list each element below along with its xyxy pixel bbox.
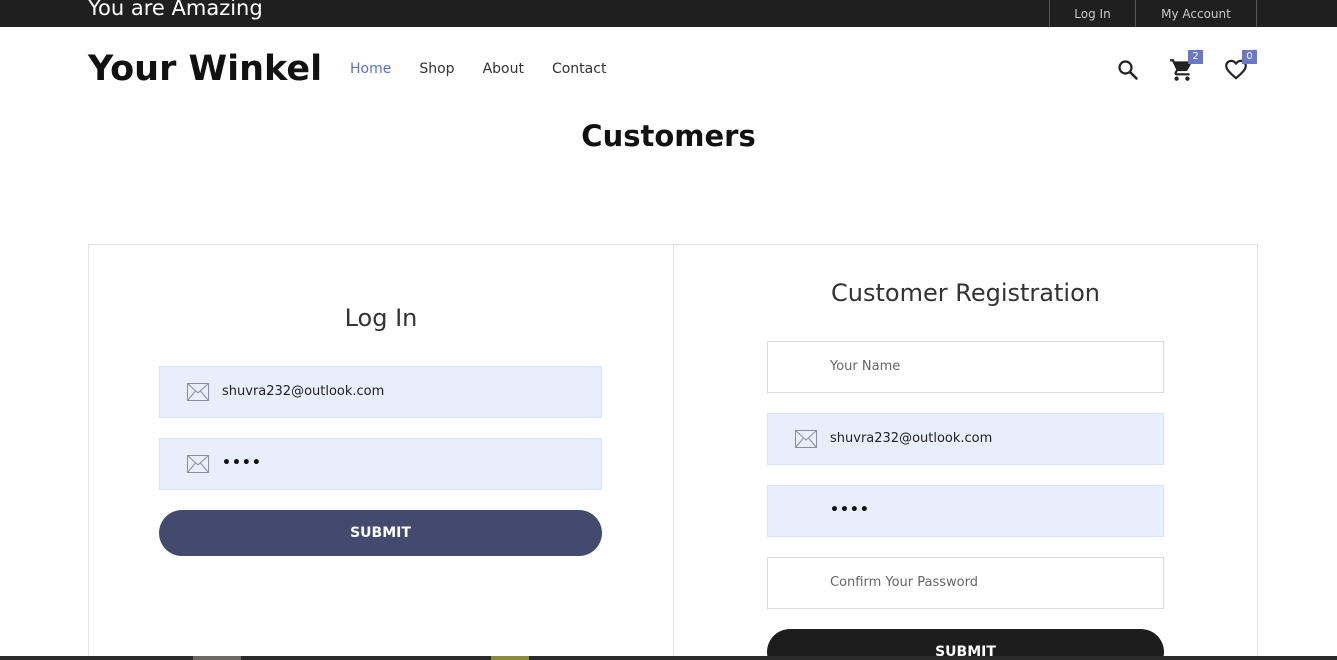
nav-item-shop[interactable]: Shop (419, 60, 454, 78)
register-confirm-placeholder: Confirm Your Password (830, 575, 978, 590)
wishlist-count-badge: 0 (1242, 50, 1257, 64)
register-password-value: •••• (830, 502, 870, 518)
my-account-link[interactable]: My Account (1135, 0, 1257, 27)
strip-segment (491, 656, 529, 660)
register-name-placeholder: Your Name (830, 359, 901, 374)
login-title: Log In (344, 304, 418, 332)
register-email-value: shuvra232@outlook.com (830, 431, 993, 446)
registration-panel: Customer Registration Your Name shuvra23… (673, 244, 1258, 660)
register-email-field[interactable]: shuvra232@outlook.com (767, 413, 1164, 465)
register-password-field[interactable]: •••• (767, 485, 1164, 537)
top-links: Log In My Account (1049, 0, 1257, 27)
nav-item-about[interactable]: About (483, 60, 524, 78)
top-login-link[interactable]: Log In (1049, 0, 1135, 27)
bottom-strip (0, 656, 1337, 660)
page-title: Customers (581, 119, 756, 153)
register-name-field[interactable]: Your Name (767, 341, 1164, 393)
site-logo[interactable]: Your Winkel (88, 47, 322, 91)
login-password-value: •••• (222, 455, 262, 471)
cart-count-badge: 2 (1188, 50, 1203, 64)
mail-icon (187, 455, 209, 473)
register-confirm-password-field[interactable]: Confirm Your Password (767, 557, 1164, 609)
search-icon[interactable] (1116, 58, 1140, 82)
strip-segment (193, 656, 241, 660)
nav-item-contact[interactable]: Contact (552, 60, 606, 78)
login-password-field[interactable]: •••• (159, 438, 602, 490)
tagline: You are Amazing (88, 0, 263, 20)
mail-icon (187, 383, 209, 401)
login-email-field[interactable]: shuvra232@outlook.com (159, 366, 602, 418)
mail-icon (795, 430, 817, 448)
nav-item-home[interactable]: Home (350, 60, 391, 78)
login-email-value: shuvra232@outlook.com (222, 384, 385, 399)
login-panel: Log In shuvra232@outlook.com •••• SUBMIT (88, 244, 674, 660)
main-nav: Home Shop About Contact (350, 60, 634, 78)
registration-title: Customer Registration (831, 279, 1100, 307)
top-bar: You are Amazing Log In My Account (0, 0, 1337, 27)
login-submit-button[interactable]: SUBMIT (159, 510, 602, 556)
